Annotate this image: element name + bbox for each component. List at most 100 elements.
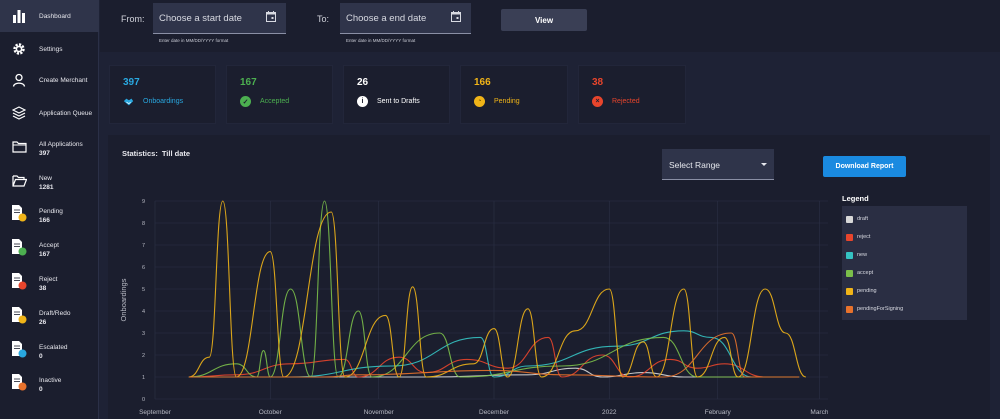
- sidebar-item-label: Inactive: [39, 377, 62, 384]
- x-tick-label: November: [364, 409, 395, 416]
- legend-swatch: [846, 287, 853, 295]
- calendar-icon[interactable]: [266, 11, 276, 22]
- stat-card-rejected[interactable]: 38 × Rejected: [578, 65, 686, 124]
- sidebar-item-label: Settings: [39, 46, 63, 53]
- end-date-input[interactable]: Choose a end date: [340, 3, 471, 34]
- doc-reject-icon: [10, 272, 28, 290]
- sidebar-item-all-applications[interactable]: All Applications 397: [0, 130, 99, 162]
- legend-title: Legend: [842, 194, 869, 203]
- end-date-hint: Enter date in MM/DD/YYYY format: [346, 38, 416, 43]
- legend-item-pendingforsigning[interactable]: pendingForSigning: [846, 300, 967, 318]
- stat-card-onboardings[interactable]: 397 Onboardings: [109, 65, 216, 124]
- stat-card-label: Onboardings: [143, 98, 184, 105]
- main-content: From: Choose a start date Enter date in …: [100, 0, 1000, 419]
- doc-escalated-icon: [10, 340, 28, 358]
- stat-card-pending[interactable]: 166 ◔ Pending: [460, 65, 568, 124]
- legend-swatch: [846, 251, 853, 259]
- legend-item-new[interactable]: new: [846, 246, 967, 264]
- sidebar-item-text: Create Merchant: [39, 76, 87, 85]
- x-tick-label: September: [139, 409, 172, 416]
- x-tick-label: March: [810, 409, 828, 416]
- legend-item-reject[interactable]: reject: [846, 228, 967, 246]
- sidebar-item-label: Escalated: [39, 344, 68, 351]
- handshake-icon: [123, 96, 134, 107]
- legend-label: pending: [857, 288, 877, 294]
- sidebar-item-label: Draft/Redo: [39, 310, 71, 317]
- sidebar-item-escalated[interactable]: Escalated 0: [0, 333, 99, 365]
- sidebar-item-label: Dashboard: [39, 13, 71, 20]
- doc-accept-icon: [10, 238, 28, 256]
- sidebar-item-text: Pending 166: [39, 207, 63, 225]
- legend-swatch: [846, 233, 853, 241]
- legend-box: draft reject new accept pending pendingForSig…: [842, 206, 967, 320]
- date-filter-bar: From: Choose a start date Enter date in …: [100, 0, 1000, 52]
- start-date-hint: Enter date in MM/DD/YYYY format: [159, 38, 229, 43]
- x-tick-label: February: [705, 409, 732, 416]
- layers-icon: [10, 104, 28, 122]
- folder-open-icon: [10, 171, 28, 189]
- x-tick-label: 2022: [602, 409, 617, 416]
- sidebar-item-label: Accept: [39, 242, 59, 249]
- sidebar-item-label: Create Merchant: [39, 77, 88, 84]
- sidebar-item-create-merchant[interactable]: Create Merchant: [0, 64, 99, 96]
- stat-card-label: Sent to Drafts: [377, 98, 420, 105]
- chart-legend: Legend draft reject new accept pending pendin…: [842, 194, 967, 320]
- clock-icon: ◔: [474, 96, 485, 107]
- stat-card-value: 167: [240, 77, 257, 88]
- y-tick-label: 1: [142, 375, 145, 381]
- sidebar-item-application-queue[interactable]: Application Queue: [0, 97, 99, 129]
- stat-card-label: Rejected: [612, 98, 640, 105]
- sidebar-item-draft-redo[interactable]: Draft/Redo 26: [0, 299, 99, 331]
- legend-item-accept[interactable]: accept: [846, 264, 967, 282]
- legend-item-pending[interactable]: pending: [846, 282, 967, 300]
- download-report-button[interactable]: Download Report: [823, 156, 906, 177]
- gear-icon: [10, 40, 28, 58]
- legend-label: pendingForSigning: [857, 306, 904, 312]
- sidebar-item-count: 26: [39, 319, 47, 326]
- from-label: From:: [121, 14, 145, 24]
- sidebar-item-count: 167: [39, 251, 50, 258]
- legend-swatch: [846, 305, 853, 313]
- doc-inactive-icon: [10, 373, 28, 391]
- y-tick-label: 2: [142, 353, 145, 359]
- cancel-icon: ×: [592, 96, 603, 107]
- sidebar-item-inactive[interactable]: Inactive 0: [0, 366, 99, 398]
- stat-card-sent-to-drafts[interactable]: 26 i Sent to Drafts: [343, 65, 450, 124]
- sidebar-item-text: Settings: [39, 45, 63, 54]
- sidebar: Dashboard Settings Create Merchant Applicat…: [0, 0, 99, 419]
- sidebar-item-label: All Applications: [39, 141, 83, 148]
- calendar-icon[interactable]: [451, 11, 461, 22]
- y-tick-label: 3: [142, 331, 145, 337]
- stat-card-label: Pending: [494, 98, 520, 105]
- view-button[interactable]: View: [501, 9, 587, 31]
- y-tick-label: 4: [142, 309, 145, 315]
- stat-card-value: 166: [474, 77, 491, 88]
- stat-card-accepted[interactable]: 167 ✓ Accepted: [226, 65, 333, 124]
- sidebar-item-label: New: [39, 175, 53, 182]
- sidebar-item-count: 0: [39, 386, 43, 393]
- legend-item-draft[interactable]: draft: [846, 210, 967, 228]
- sidebar-item-reject[interactable]: Reject 38: [0, 265, 99, 297]
- legend-label: reject: [857, 234, 871, 240]
- sidebar-item-text: Application Queue: [39, 109, 92, 118]
- end-date-placeholder: Choose a end date: [346, 13, 427, 24]
- legend-label: accept: [857, 270, 874, 276]
- sidebar-item-pending[interactable]: Pending 166: [0, 197, 99, 229]
- sidebar-item-label: Reject: [39, 276, 58, 283]
- sidebar-item-count: 397: [39, 150, 50, 157]
- sidebar-item-text: Draft/Redo 26: [39, 309, 70, 327]
- sidebar-item-count: 38: [39, 285, 47, 292]
- sidebar-item-label: Application Queue: [39, 110, 93, 117]
- sidebar-item-text: Dashboard: [39, 12, 71, 21]
- sidebar-item-settings[interactable]: Settings: [0, 33, 99, 65]
- start-date-input[interactable]: Choose a start date: [153, 3, 286, 34]
- y-tick-label: 6: [142, 265, 145, 271]
- stat-card-value: 38: [592, 77, 604, 88]
- y-axis-label: Onboardings: [119, 278, 128, 321]
- sidebar-item-accept[interactable]: Accept 167: [0, 231, 99, 263]
- sidebar-item-new[interactable]: New 1281: [0, 164, 99, 196]
- statistics-panel: Statistics: Till date Select Range Downlo…: [108, 135, 990, 419]
- y-tick-label: 9: [142, 199, 145, 205]
- start-date-placeholder: Choose a start date: [159, 13, 242, 24]
- sidebar-item-dashboard[interactable]: Dashboard: [0, 0, 99, 32]
